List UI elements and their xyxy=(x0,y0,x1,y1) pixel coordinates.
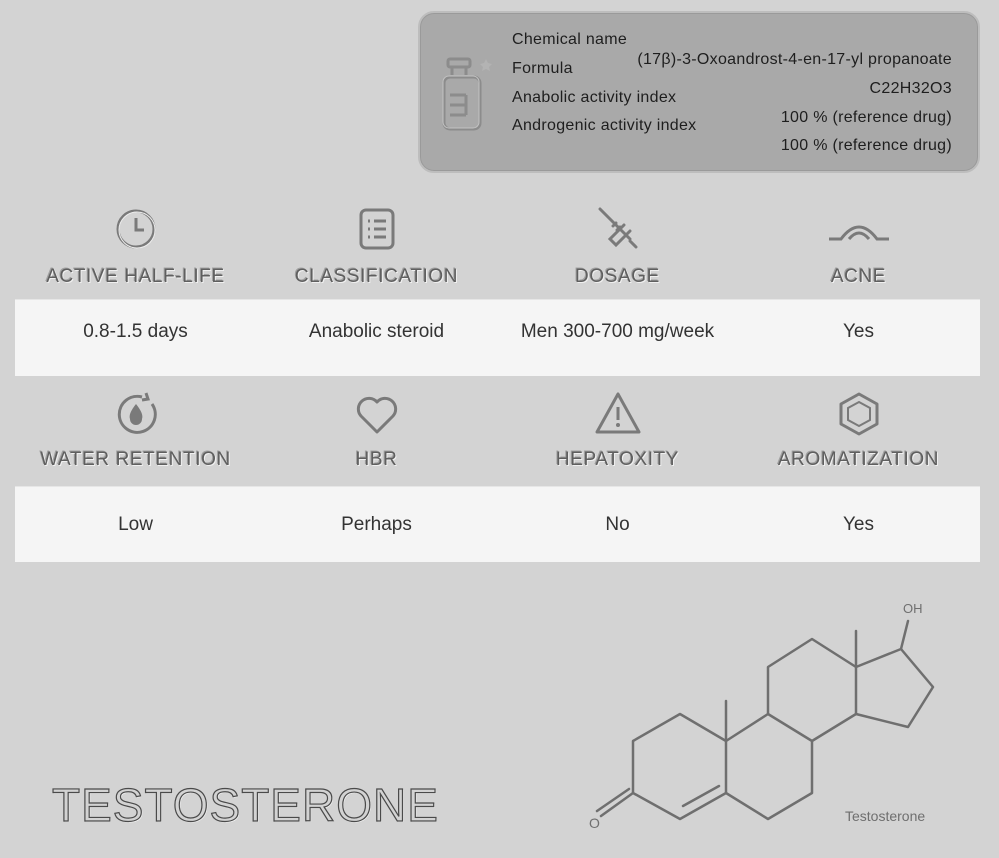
chemical-name-value: (17β)-3-Oxoandrost-4-en-17-yl propanoate xyxy=(637,51,952,68)
property-value-row-2: Low Perhaps No Yes xyxy=(15,486,980,562)
hydroxyl-bond xyxy=(899,619,910,651)
water-drop-icon xyxy=(117,392,157,434)
hepatoxity-title: HEPATOXITY xyxy=(555,449,680,470)
water-retention-title: WATER RETENTION xyxy=(40,449,231,470)
formula-value: C22H32O3 xyxy=(869,80,952,97)
half-life-title: ACTIVE HALF-LIFE xyxy=(46,266,225,287)
syringe-icon xyxy=(598,207,637,249)
formula-label: Formula xyxy=(512,60,573,77)
ring-c xyxy=(766,637,858,743)
half-life-value: 0.8-1.5 days xyxy=(83,321,188,342)
property-header-row-2: WATER RETENTION HBR HEPATOXITY AROMATIZA… xyxy=(15,390,980,485)
bottle-icon xyxy=(442,57,492,131)
oxygen-label: O xyxy=(589,815,600,831)
water-retention-value: Low xyxy=(118,514,153,535)
acne-header: ACNE xyxy=(738,205,979,300)
ring-d xyxy=(854,647,935,729)
hbr-header: HBR xyxy=(256,390,497,485)
compound-info-card: Chemical name Formula Anabolic activity … xyxy=(418,11,980,173)
anabolic-index-value: 100 % (reference drug) xyxy=(780,109,952,126)
hbr-title: HBR xyxy=(355,449,398,470)
androgenic-index-label: Androgenic activity index xyxy=(512,117,697,134)
list-icon xyxy=(359,208,394,250)
heart-icon xyxy=(356,396,397,434)
hexagon-icon xyxy=(839,392,878,436)
half-life-header: ACTIVE HALF-LIFE xyxy=(15,205,256,300)
classification-header: CLASSIFICATION xyxy=(256,205,497,300)
dosage-header: DOSAGE xyxy=(497,205,738,300)
anabolic-index-label: Anabolic activity index xyxy=(512,89,677,106)
hepatoxity-value: No xyxy=(605,514,630,535)
warning-icon xyxy=(595,392,640,434)
hbr-value: Perhaps xyxy=(341,514,412,535)
property-value-row-1: 0.8-1.5 days Anabolic steroid Men 300-70… xyxy=(15,299,980,376)
ring-b xyxy=(724,712,814,821)
aromatization-value: Yes xyxy=(843,514,874,535)
androgenic-index-value: 100 % (reference drug) xyxy=(780,137,952,154)
acne-title: ACNE xyxy=(830,266,887,287)
carbonyl-bond xyxy=(595,787,635,818)
classification-value: Anabolic steroid xyxy=(308,321,445,342)
hepatoxity-header: HEPATOXITY xyxy=(497,390,738,485)
hydroxyl-label: OH xyxy=(903,601,923,616)
aromatization-title: AROMATIZATION xyxy=(777,449,940,470)
compound-title: TESTOSTERONE xyxy=(51,778,439,831)
water-retention-header: WATER RETENTION xyxy=(15,390,256,485)
dosage-value: Men 300-700 mg/week xyxy=(520,321,715,342)
clock-icon xyxy=(116,209,155,249)
double-bond-a xyxy=(681,784,721,808)
structure-caption: Testosterone xyxy=(845,808,925,824)
ring-a xyxy=(631,712,728,821)
aromatization-header: AROMATIZATION xyxy=(738,390,979,485)
classification-title: CLASSIFICATION xyxy=(294,266,459,287)
dosage-title: DOSAGE xyxy=(575,266,660,287)
acne-icon xyxy=(828,225,889,241)
property-header-row-1: ACTIVE HALF-LIFE CLASSIFICATION DOSAGE A… xyxy=(15,205,980,300)
acne-value: Yes xyxy=(843,321,874,342)
chemical-name-label: Chemical name xyxy=(512,31,628,48)
testosterone-structure-diagram: OH O Testosterone xyxy=(589,601,935,831)
